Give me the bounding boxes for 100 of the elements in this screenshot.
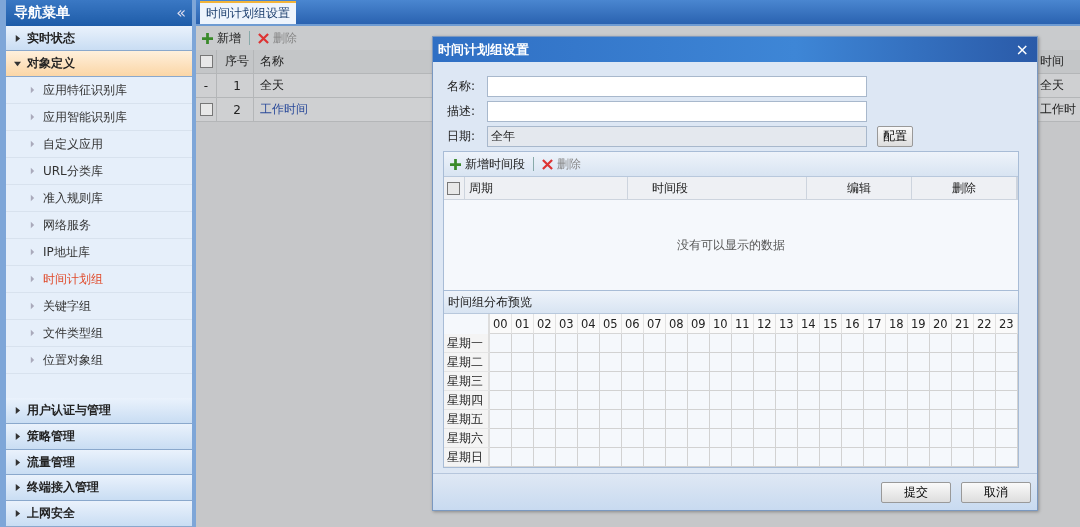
schedule-cell[interactable] xyxy=(842,391,864,410)
schedule-cell[interactable] xyxy=(600,429,622,448)
schedule-cell[interactable] xyxy=(886,391,908,410)
schedule-cell[interactable] xyxy=(776,410,798,429)
schedule-cell[interactable] xyxy=(512,391,534,410)
schedule-cell[interactable] xyxy=(776,448,798,467)
schedule-cell[interactable] xyxy=(600,372,622,391)
schedule-cell[interactable] xyxy=(710,429,732,448)
schedule-cell[interactable] xyxy=(776,353,798,372)
schedule-cell[interactable] xyxy=(578,448,600,467)
schedule-cell[interactable] xyxy=(930,334,952,353)
menu-item[interactable]: IP地址库 xyxy=(6,239,192,267)
schedule-cell[interactable] xyxy=(842,372,864,391)
schedule-cell[interactable] xyxy=(864,372,886,391)
schedule-cell[interactable] xyxy=(578,429,600,448)
schedule-cell[interactable] xyxy=(886,410,908,429)
schedule-cell[interactable] xyxy=(952,353,974,372)
menu-item[interactable]: 关键字组 xyxy=(6,293,192,321)
schedule-cell[interactable] xyxy=(820,448,842,467)
schedule-cell[interactable] xyxy=(842,353,864,372)
schedule-cell[interactable] xyxy=(490,372,512,391)
schedule-cell[interactable] xyxy=(688,448,710,467)
schedule-cell[interactable] xyxy=(842,429,864,448)
schedule-cell[interactable] xyxy=(864,429,886,448)
schedule-cell[interactable] xyxy=(798,410,820,429)
schedule-cell[interactable] xyxy=(512,372,534,391)
schedule-cell[interactable] xyxy=(490,429,512,448)
schedule-cell[interactable] xyxy=(600,410,622,429)
menu-group[interactable]: 实时状态 xyxy=(6,25,192,52)
schedule-cell[interactable] xyxy=(556,410,578,429)
checkbox[interactable] xyxy=(199,55,213,68)
schedule-cell[interactable] xyxy=(556,372,578,391)
schedule-cell[interactable] xyxy=(534,334,556,353)
schedule-cell[interactable] xyxy=(974,334,996,353)
schedule-cell[interactable] xyxy=(996,353,1018,372)
schedule-cell[interactable] xyxy=(996,448,1018,467)
schedule-cell[interactable] xyxy=(666,448,688,467)
schedule-cell[interactable] xyxy=(930,448,952,467)
schedule-cell[interactable] xyxy=(776,391,798,410)
schedule-cell[interactable] xyxy=(732,372,754,391)
schedule-cell[interactable] xyxy=(798,429,820,448)
schedule-cell[interactable] xyxy=(732,391,754,410)
schedule-cell[interactable] xyxy=(732,334,754,353)
schedule-cell[interactable] xyxy=(974,429,996,448)
schedule-cell[interactable] xyxy=(512,334,534,353)
schedule-cell[interactable] xyxy=(952,448,974,467)
input-field[interactable] xyxy=(487,101,867,122)
cancel-button[interactable]: 取消 xyxy=(961,481,1031,503)
menu-group[interactable]: 对象定义 xyxy=(6,51,192,78)
schedule-cell[interactable] xyxy=(622,334,644,353)
input-field[interactable] xyxy=(487,76,867,97)
menu-item[interactable]: 网络服务 xyxy=(6,212,192,240)
schedule-cell[interactable] xyxy=(776,334,798,353)
schedule-cell[interactable] xyxy=(534,448,556,467)
schedule-cell[interactable] xyxy=(600,353,622,372)
checkbox[interactable] xyxy=(447,181,461,195)
schedule-cell[interactable] xyxy=(534,353,556,372)
schedule-cell[interactable] xyxy=(490,391,512,410)
schedule-cell[interactable] xyxy=(710,448,732,467)
schedule-cell[interactable] xyxy=(886,353,908,372)
schedule-cell[interactable] xyxy=(644,353,666,372)
schedule-cell[interactable] xyxy=(886,429,908,448)
schedule-cell[interactable] xyxy=(996,410,1018,429)
menu-group[interactable]: 终端接入管理 xyxy=(6,475,192,502)
menu-item[interactable]: 位置对象组 xyxy=(6,347,192,375)
close-button[interactable]: × xyxy=(1015,40,1029,59)
schedule-cell[interactable] xyxy=(798,334,820,353)
schedule-cell[interactable] xyxy=(864,353,886,372)
schedule-cell[interactable] xyxy=(688,429,710,448)
schedule-cell[interactable] xyxy=(534,410,556,429)
schedule-cell[interactable] xyxy=(578,353,600,372)
schedule-cell[interactable] xyxy=(952,334,974,353)
schedule-cell[interactable] xyxy=(974,372,996,391)
schedule-cell[interactable] xyxy=(820,391,842,410)
schedule-cell[interactable] xyxy=(666,353,688,372)
add-button[interactable]: 新增 xyxy=(202,29,241,47)
schedule-cell[interactable] xyxy=(842,448,864,467)
schedule-cell[interactable] xyxy=(512,410,534,429)
schedule-cell[interactable] xyxy=(600,334,622,353)
schedule-cell[interactable] xyxy=(886,334,908,353)
schedule-cell[interactable] xyxy=(534,391,556,410)
schedule-cell[interactable] xyxy=(600,391,622,410)
schedule-cell[interactable] xyxy=(732,410,754,429)
menu-group[interactable]: 策略管理 xyxy=(6,424,192,450)
schedule-cell[interactable] xyxy=(996,372,1018,391)
schedule-cell[interactable] xyxy=(930,372,952,391)
schedule-cell[interactable] xyxy=(908,353,930,372)
schedule-cell[interactable] xyxy=(578,372,600,391)
schedule-cell[interactable] xyxy=(622,429,644,448)
menu-item[interactable]: 自定义应用 xyxy=(6,131,192,159)
schedule-cell[interactable] xyxy=(688,353,710,372)
schedule-cell[interactable] xyxy=(490,334,512,353)
schedule-cell[interactable] xyxy=(644,391,666,410)
submit-button[interactable]: 提交 xyxy=(881,481,951,503)
schedule-cell[interactable] xyxy=(798,391,820,410)
schedule-cell[interactable] xyxy=(578,391,600,410)
schedule-cell[interactable] xyxy=(688,391,710,410)
schedule-cell[interactable] xyxy=(732,353,754,372)
schedule-cell[interactable] xyxy=(930,410,952,429)
schedule-cell[interactable] xyxy=(622,391,644,410)
